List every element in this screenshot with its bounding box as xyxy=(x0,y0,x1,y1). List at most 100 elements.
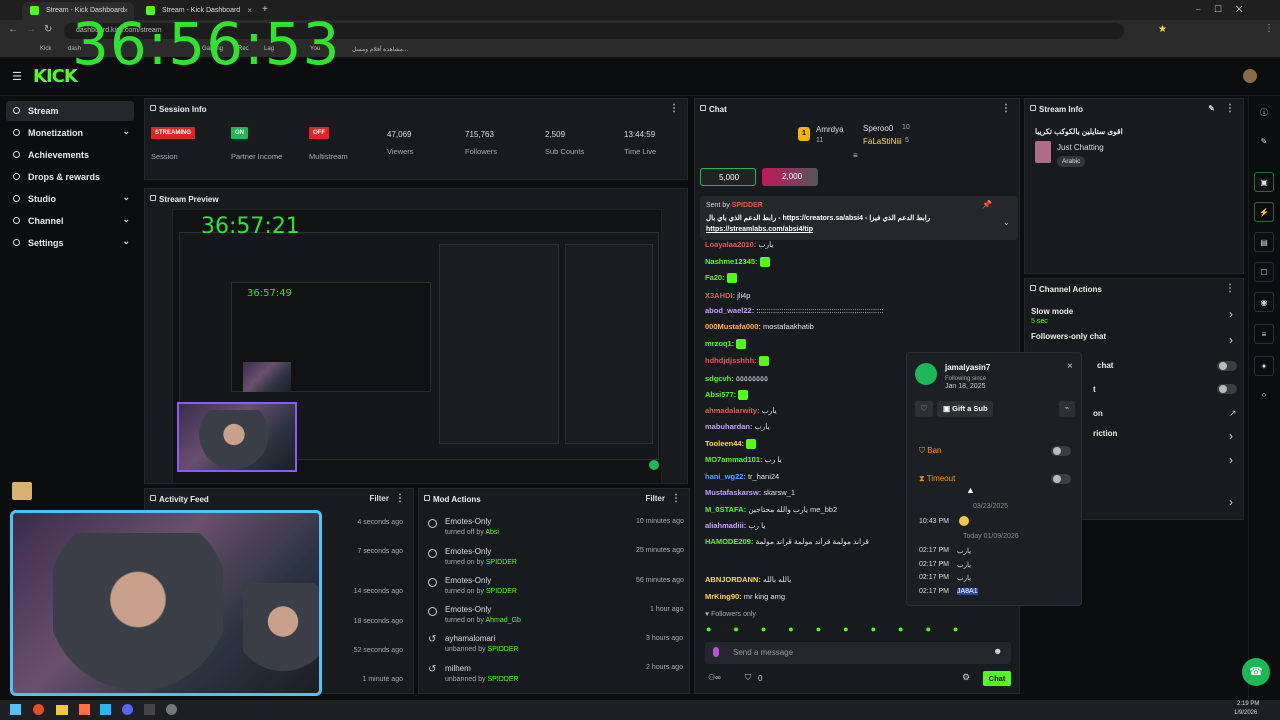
more-options-icon[interactable]: ⋮ xyxy=(1001,103,1011,114)
folder-icon[interactable] xyxy=(56,705,68,715)
chat-username[interactable]: Loayalaa2010: xyxy=(705,240,756,249)
external-link-icon[interactable]: ↗ xyxy=(1229,408,1237,419)
more-options-icon[interactable]: ⋮ xyxy=(1225,103,1235,114)
follow-heart-button[interactable]: ♡ xyxy=(915,401,933,417)
emoji-picker-icon[interactable]: ☻ xyxy=(993,646,1002,656)
pin-icon[interactable]: 📌 xyxy=(982,200,992,209)
filter-button[interactable]: Filter xyxy=(369,494,389,503)
chevron-right-icon[interactable]: › xyxy=(1229,307,1233,321)
support-chat-button[interactable]: ☎ xyxy=(1242,658,1270,686)
followers-only-setting[interactable]: Followers-only chat xyxy=(1031,332,1106,341)
windows-start-icon[interactable] xyxy=(10,704,21,715)
avatar[interactable] xyxy=(915,363,937,385)
app-icon[interactable] xyxy=(79,704,90,715)
broadcast-icon[interactable]: ◉ xyxy=(1254,292,1274,312)
chat-username[interactable]: abod_wael22: xyxy=(705,306,754,315)
chevron-right-icon[interactable]: › xyxy=(1229,495,1233,509)
chat-username[interactable]: Absi577: xyxy=(705,390,736,399)
bookmark-item[interactable]: مشاهدة أفلام ومسل... xyxy=(352,46,408,53)
chrome-icon[interactable] xyxy=(33,704,44,715)
hamburger-menu-icon[interactable]: ☰ xyxy=(12,70,22,83)
camera-icon[interactable]: ▣ xyxy=(1254,172,1274,192)
chat-input-box[interactable]: Send a message ☻ xyxy=(705,642,1011,664)
star-icon[interactable]: ★ xyxy=(1158,24,1167,35)
mod-user-link[interactable]: SPIDDER xyxy=(487,676,518,683)
chat-username[interactable]: Tooleen44: xyxy=(705,439,744,448)
kick-logo[interactable]: KICK xyxy=(33,66,78,87)
sidebar-item-monetization[interactable]: Monetization ⌄ xyxy=(6,123,134,143)
chat-username[interactable]: MO7ammad101: xyxy=(705,455,763,464)
pinned-message[interactable]: Sent by SPIDDER 📌 رابط الدعم الذي باي با… xyxy=(700,196,1018,240)
gift-pill-5000[interactable]: 5,000 xyxy=(700,168,756,186)
taskbar-date[interactable]: 1/9/2026 xyxy=(1234,710,1257,716)
stream-preview-video[interactable]: 36:57:21 36:57:49 xyxy=(172,209,662,484)
avatar[interactable] xyxy=(1243,69,1257,83)
user-card-name[interactable]: jamalyasin7 xyxy=(945,363,990,372)
close-icon[interactable]: × xyxy=(1067,361,1073,372)
window-controls[interactable]: ⎯☐✕ xyxy=(1196,4,1257,15)
bookmark-item[interactable]: Kick xyxy=(40,46,51,52)
chevron-right-icon[interactable]: › xyxy=(1229,333,1233,347)
forward-icon[interactable]: → xyxy=(26,24,36,35)
gift-pill-2000[interactable]: 2,000 xyxy=(762,168,818,186)
more-options-icon[interactable]: ⋮ xyxy=(671,493,681,504)
sidebar-item-drops[interactable]: Drops & rewards xyxy=(6,167,134,187)
leader-name[interactable]: Speroo0 xyxy=(863,124,893,133)
mod-user-link[interactable]: SPIDDER xyxy=(487,646,518,653)
gift-sub-button[interactable]: ▣ Gift a Sub xyxy=(937,401,993,417)
mod-user-link[interactable]: Ahmad_Gb xyxy=(485,617,520,624)
mic-icon[interactable] xyxy=(713,647,719,657)
grid-icon[interactable]: ⁘ xyxy=(1254,386,1274,406)
mod-user-link[interactable]: SPIDDER xyxy=(486,588,517,595)
sidebar-item-studio[interactable]: Studio ⌄ xyxy=(6,189,134,209)
list-icon[interactable]: ≡ xyxy=(1254,324,1274,344)
chevron-right-icon[interactable]: › xyxy=(1229,429,1233,443)
send-chat-button[interactable]: Chat xyxy=(983,671,1011,686)
mod-user-link[interactable]: SPIDDER xyxy=(486,559,517,566)
lightning-icon[interactable]: ⚡ xyxy=(1254,202,1274,222)
discord-icon[interactable] xyxy=(122,704,133,715)
obs-icon[interactable] xyxy=(166,704,177,715)
app-icon[interactable] xyxy=(100,704,111,715)
chat-username[interactable]: mabuhardan: xyxy=(705,422,753,431)
ban-toggle[interactable] xyxy=(1051,446,1071,456)
wrench-icon[interactable]: ✦ xyxy=(1254,356,1274,376)
category-name[interactable]: Just Chatting xyxy=(1057,143,1104,152)
channel-action-toggle[interactable] xyxy=(1217,384,1237,394)
chat-username[interactable]: aliahmadiii: xyxy=(705,521,746,530)
chat-username[interactable]: sdgcvh: xyxy=(705,374,734,383)
sidebar-item-achievements[interactable]: Achievements xyxy=(6,145,134,165)
document-icon[interactable]: ▤ xyxy=(1254,232,1274,252)
leader-name[interactable]: Amrdya xyxy=(816,125,844,134)
chat-username[interactable]: hani_wg22: xyxy=(705,472,746,481)
more-options-icon[interactable]: ⋮ xyxy=(395,493,405,504)
leader-name[interactable]: FaLaStiNiii xyxy=(863,137,902,146)
sidebar-item-settings[interactable]: Settings ⌄ xyxy=(6,233,134,253)
chat-username[interactable]: X3AHDI: xyxy=(705,291,735,300)
chat-username[interactable]: HAMODE209: xyxy=(705,537,753,546)
chevron-right-icon[interactable]: › xyxy=(1229,453,1233,467)
chat-username[interactable]: ahmadalarwity: xyxy=(705,406,760,415)
edit-icon[interactable]: ✎ xyxy=(1254,132,1274,152)
channel-action-toggle[interactable] xyxy=(1217,361,1237,371)
mod-user-link[interactable]: Absi xyxy=(485,529,499,536)
sidebar-item-stream[interactable]: Stream xyxy=(6,101,134,121)
filter-button[interactable]: Filter xyxy=(645,494,665,503)
chat-username[interactable]: mrzoq1: xyxy=(705,339,734,348)
more-options-icon[interactable]: ⋮ xyxy=(1225,283,1235,294)
chat-username[interactable]: MrKing90: xyxy=(705,592,742,601)
expand-leaderboard-icon[interactable]: ≡ xyxy=(853,151,858,160)
chat-bubble-icon[interactable]: ☐ xyxy=(1254,262,1274,282)
chat-username[interactable]: Nashme12345: xyxy=(705,257,758,266)
taskbar-clock[interactable]: 2:19 PM xyxy=(1237,701,1259,707)
chevron-down-icon[interactable]: ⌄ xyxy=(1003,218,1010,227)
chat-username[interactable]: hdhdjdjsshhh: xyxy=(705,356,757,365)
pinned-link[interactable]: https://streamlabs.com/absi4/tip xyxy=(706,226,813,233)
chat-username[interactable]: Mustafaskarsw: xyxy=(705,488,761,497)
chat-username[interactable]: Fa20: xyxy=(705,273,725,282)
info-icon[interactable]: ⓘ xyxy=(1254,102,1274,122)
back-icon[interactable]: ← xyxy=(8,24,18,35)
pinned-sender[interactable]: SPIDDER xyxy=(732,202,763,209)
reload-icon[interactable]: ↻ xyxy=(44,24,52,35)
chat-username[interactable]: 000Mustafa000: xyxy=(705,322,761,331)
